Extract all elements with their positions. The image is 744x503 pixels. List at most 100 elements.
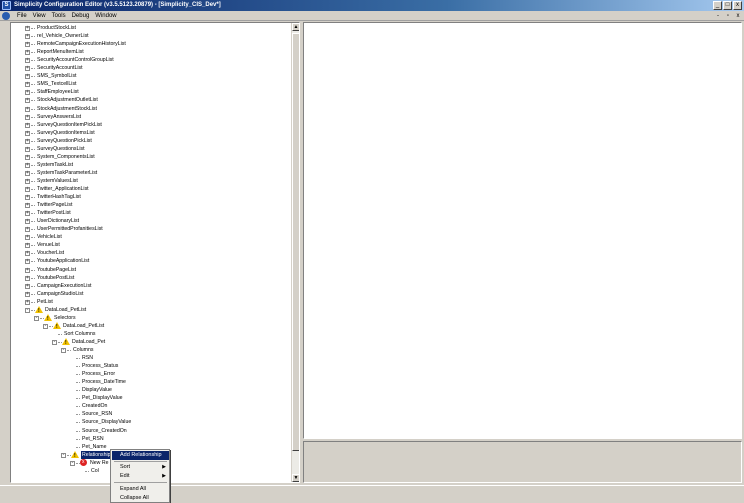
expand-icon[interactable]: + (25, 219, 30, 225)
menu-file[interactable]: File (14, 11, 30, 21)
expand-icon[interactable]: + (25, 275, 30, 281)
tree-node[interactable]: + VoucherList (11, 249, 291, 257)
tree-node[interactable]: + VehicleList (11, 233, 291, 241)
tree-node[interactable]: Process_Error (11, 370, 291, 378)
tree-node[interactable]: + ProductStockList (11, 24, 291, 32)
tree-node[interactable]: Source_DisplayValue (11, 418, 291, 426)
collapse-icon[interactable]: - (25, 307, 30, 313)
expand-icon[interactable]: + (25, 283, 30, 289)
collapse-icon[interactable]: - (61, 452, 66, 458)
tree-node[interactable]: + SurveyQuestionPickList (11, 137, 291, 145)
collapse-icon[interactable]: - (70, 460, 75, 466)
context-menu-collapse-all[interactable]: Collapse All (112, 494, 169, 503)
menu-debug[interactable]: Debug (69, 11, 93, 21)
tree-node[interactable]: - Selectors (11, 313, 291, 323)
app-icon[interactable]: S (2, 1, 11, 10)
tree-node[interactable]: + SurveyAnswersList (11, 113, 291, 121)
tree-node[interactable]: + SurveyQuestionItemPickList (11, 121, 291, 129)
expand-icon[interactable]: + (25, 235, 30, 241)
context-menu-sort[interactable]: Sort ▶ (112, 463, 169, 472)
tree-node[interactable]: + RemoteCampaignExecutionHistoryList (11, 40, 291, 48)
tree-node[interactable]: + Twitter_ApplicationList (11, 185, 291, 193)
scroll-down-button[interactable]: ▼ (292, 474, 299, 482)
maximize-button[interactable]: □ (723, 1, 732, 10)
collapse-icon[interactable]: - (52, 339, 57, 345)
tree-node[interactable]: - DataLoad_Pet (11, 337, 291, 347)
properties-panel[interactable] (303, 22, 742, 439)
expand-icon[interactable]: + (25, 34, 30, 40)
tree-node[interactable]: + SMS_SymbolList (11, 72, 291, 80)
collapse-icon[interactable]: - (43, 323, 48, 329)
expand-icon[interactable]: + (25, 195, 30, 201)
expand-icon[interactable]: + (25, 227, 30, 233)
document-icon[interactable] (2, 12, 10, 20)
tree-node[interactable]: + SystemValuesList (11, 177, 291, 185)
config-tree[interactable]: + ProductStockList + rel_Vehicle_OwnerList +… (11, 23, 291, 482)
close-button[interactable]: x (733, 1, 742, 10)
tree-node[interactable]: Pet_DisplayValue (11, 394, 291, 402)
tree-node[interactable]: - DataLoad_PetList (11, 305, 291, 315)
mdi-minimize-button[interactable]: - (714, 12, 722, 20)
expand-icon[interactable]: + (25, 42, 30, 48)
tree-node[interactable]: - DataLoad_PetList (11, 321, 291, 331)
expand-icon[interactable]: + (25, 162, 30, 168)
tree-node[interactable]: + TwitterPostList (11, 209, 291, 217)
tree-node[interactable]: + StaffEmployeeList (11, 88, 291, 96)
tree-node[interactable]: + TwitterHashTagList (11, 193, 291, 201)
expand-icon[interactable]: + (25, 211, 30, 217)
scroll-up-button[interactable]: ▲ (292, 23, 299, 31)
mdi-close-button[interactable]: x (734, 12, 742, 20)
expand-icon[interactable]: + (25, 114, 30, 120)
tree-node[interactable]: + System_ComponentsList (11, 153, 291, 161)
expand-icon[interactable]: + (25, 50, 30, 56)
expand-icon[interactable]: + (25, 170, 30, 176)
tree-node[interactable]: + rel_Vehicle_OwnerList (11, 32, 291, 40)
tree-node[interactable]: RSN (11, 354, 291, 362)
tree-node[interactable]: + ReportMenuItemList (11, 48, 291, 56)
tree-node[interactable]: + SystemTaskList (11, 161, 291, 169)
context-menu-add-relationship[interactable]: Add Relationship (112, 451, 169, 460)
expand-icon[interactable]: + (25, 26, 30, 31)
tree-node[interactable]: Source_RSN (11, 410, 291, 418)
tree-node[interactable]: + VenueList (11, 241, 291, 249)
tree-node[interactable]: + StockAdjustmentOutletList (11, 96, 291, 104)
tree-node[interactable]: + SecurityAccountList (11, 64, 291, 72)
tree-node[interactable]: Sort Columns (11, 330, 291, 338)
expand-icon[interactable]: + (25, 251, 30, 257)
expand-icon[interactable]: + (25, 74, 30, 80)
expand-icon[interactable]: + (25, 243, 30, 249)
mdi-restore-button[interactable]: ▫ (724, 12, 732, 20)
title-bar[interactable]: S Simplicity Configuration Editor (v3.5.… (0, 0, 744, 11)
expand-icon[interactable]: + (25, 138, 30, 144)
expand-icon[interactable]: + (25, 267, 30, 273)
tree-node[interactable]: Pet_RSN (11, 435, 291, 443)
tree-node[interactable]: + SurveyQuestionsList (11, 145, 291, 153)
tree-vertical-scrollbar[interactable]: ▲ ▼ (291, 23, 299, 482)
tree-node[interactable]: + SystemTaskParameterList (11, 169, 291, 177)
collapse-icon[interactable]: - (61, 348, 66, 353)
tree-node[interactable]: CreatedOn (11, 402, 291, 410)
expand-icon[interactable]: + (25, 299, 30, 305)
tree-node[interactable]: + YoutubeApplicationList (11, 257, 291, 265)
tree-node[interactable]: + CampaignExecutionList (11, 282, 291, 290)
tree-node[interactable]: Source_CreatedOn (11, 427, 291, 435)
expand-icon[interactable]: + (25, 98, 30, 104)
collapse-icon[interactable]: - (34, 315, 39, 321)
expand-icon[interactable]: + (25, 82, 30, 88)
tree-node[interactable]: + YoutubePageList (11, 266, 291, 274)
tree-node[interactable]: Process_Status (11, 362, 291, 370)
tree-node[interactable]: Process_DateTime (11, 378, 291, 386)
tree-node[interactable]: + StockAdjustmentStockList (11, 105, 291, 113)
menu-window[interactable]: Window (92, 11, 119, 21)
expand-icon[interactable]: + (25, 58, 30, 64)
tree-node[interactable]: + UserPermittedProfanitiesList (11, 225, 291, 233)
tree-node[interactable]: + CampaignStudioList (11, 290, 291, 298)
expand-icon[interactable]: + (25, 154, 30, 160)
scroll-thumb[interactable] (292, 33, 299, 451)
expand-icon[interactable]: + (25, 130, 30, 136)
expand-icon[interactable]: + (25, 291, 30, 297)
expand-icon[interactable]: + (25, 178, 30, 184)
tree-node[interactable]: + SecurityAccountControlGroupList (11, 56, 291, 64)
tree-node[interactable]: + SMS_TextcellList (11, 80, 291, 88)
tree-node[interactable]: - Columns (11, 346, 291, 354)
